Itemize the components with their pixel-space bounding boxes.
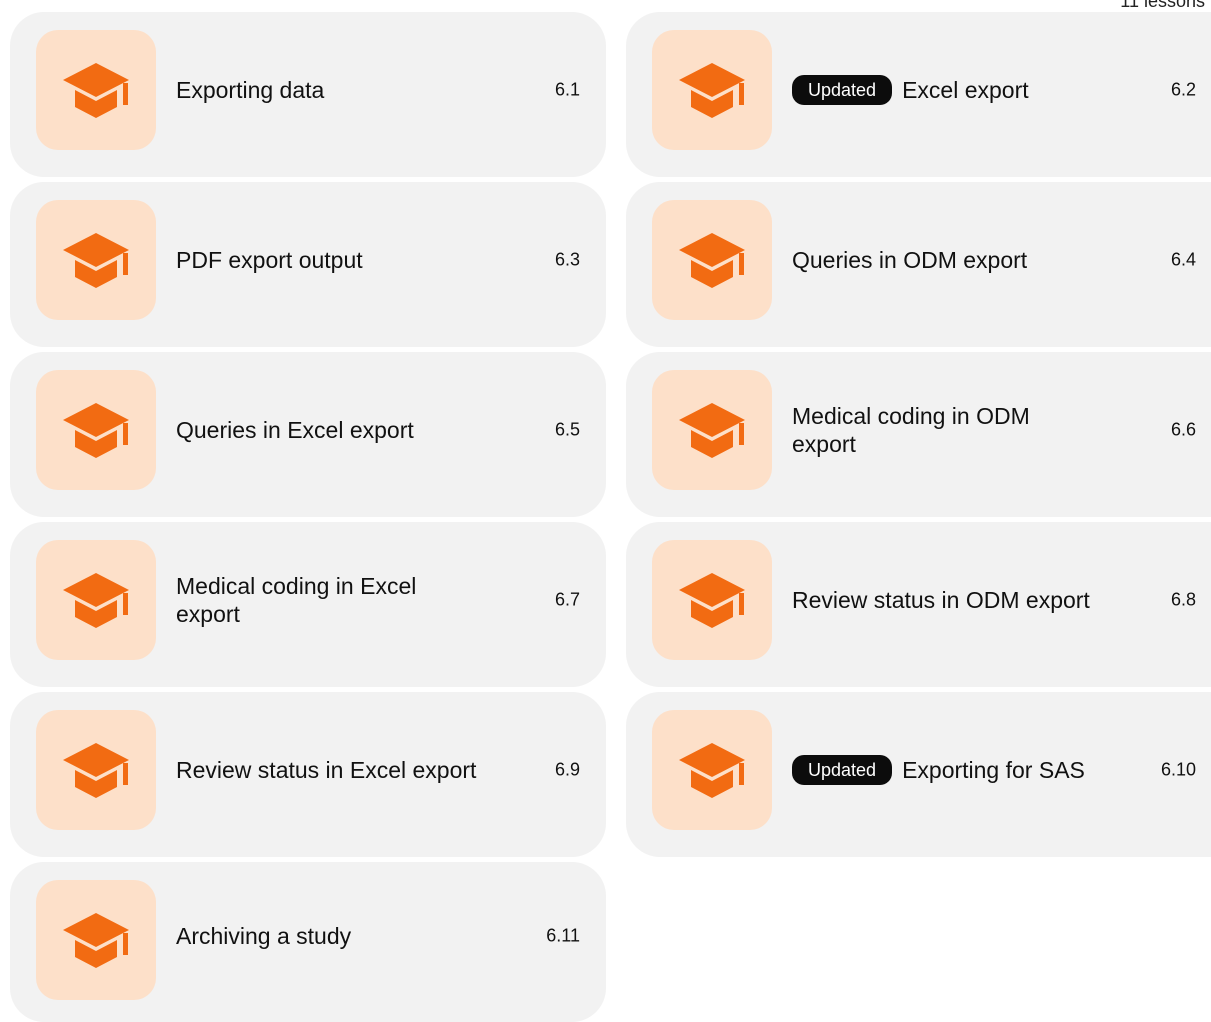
lesson-number: 6.1 xyxy=(554,79,580,100)
lesson-title: Updated Excel export xyxy=(792,75,1122,105)
lesson-card[interactable]: PDF export output 6.3 xyxy=(10,182,606,347)
lesson-icon-tile xyxy=(36,710,156,830)
graduation-cap-icon xyxy=(63,743,129,798)
lesson-icon-tile xyxy=(652,710,772,830)
lesson-title: Queries in Excel export xyxy=(176,417,414,443)
lesson-number: 6.4 xyxy=(1170,249,1196,270)
lesson-card[interactable]: Medical coding in ODM export 6.6 xyxy=(626,352,1211,517)
graduation-cap-icon xyxy=(63,573,129,628)
lesson-count: 11 lessons xyxy=(1120,0,1205,11)
lesson-icon-tile xyxy=(36,30,156,150)
lesson-number: 6.3 xyxy=(554,249,580,270)
graduation-cap-icon xyxy=(63,63,129,118)
updated-badge: Updated xyxy=(792,75,893,105)
lesson-card[interactable]: Queries in Excel export 6.5 xyxy=(10,352,606,517)
lesson-title: Queries in ODM export xyxy=(792,247,1028,273)
lesson-title: Review status in ODM export xyxy=(792,587,1090,613)
lesson-icon-tile xyxy=(652,370,772,490)
lesson-title: Archiving a study xyxy=(176,923,352,949)
lesson-number: 6.8 xyxy=(1170,589,1196,610)
graduation-cap-icon xyxy=(679,573,745,628)
lesson-card[interactable]: Medical coding in Excel export 6.7 xyxy=(10,522,606,687)
lesson-card[interactable]: Queries in ODM export 6.4 xyxy=(626,182,1211,347)
updated-badge: Updated xyxy=(792,755,893,785)
graduation-cap-icon xyxy=(679,403,745,458)
lesson-card[interactable]: Updated Exporting for SAS 6.10 xyxy=(626,692,1211,857)
graduation-cap-icon xyxy=(63,403,129,458)
graduation-cap-icon xyxy=(679,63,745,118)
graduation-cap-icon xyxy=(679,743,745,798)
lesson-number: 6.11 xyxy=(546,925,580,946)
lesson-title: Exporting data xyxy=(176,77,325,103)
lesson-title: Medical coding in Excel export xyxy=(176,573,417,627)
lesson-card[interactable]: Exporting data 6.1 xyxy=(10,12,606,177)
lesson-number: 6.7 xyxy=(554,589,580,610)
lesson-icon-tile xyxy=(652,30,772,150)
lesson-icon-tile xyxy=(652,540,772,660)
lesson-title: Review status in Excel export xyxy=(176,757,477,783)
lesson-title: Updated Exporting for SAS xyxy=(792,753,1092,787)
graduation-cap-icon xyxy=(63,233,129,288)
lesson-number: 6.6 xyxy=(1170,419,1196,440)
lesson-card[interactable]: Archiving a study 6.11 xyxy=(10,862,606,1022)
lesson-number: 6.9 xyxy=(554,759,580,780)
lesson-card[interactable]: Updated Excel export 6.2 xyxy=(626,12,1211,177)
graduation-cap-icon xyxy=(63,913,129,968)
lesson-title: PDF export output xyxy=(176,247,363,273)
lesson-title: Medical coding in ODM export xyxy=(792,403,1030,457)
lesson-number: 6.2 xyxy=(1170,79,1196,100)
lesson-card[interactable]: Review status in Excel export 6.9 xyxy=(10,692,606,857)
lesson-icon-tile xyxy=(36,880,156,1000)
lesson-number: 6.5 xyxy=(554,419,580,440)
lesson-icon-tile xyxy=(652,200,772,320)
graduation-cap-icon xyxy=(679,233,745,288)
lesson-icon-tile xyxy=(36,370,156,490)
lesson-card[interactable]: Review status in ODM export 6.8 xyxy=(626,522,1211,687)
lesson-icon-tile xyxy=(36,200,156,320)
lesson-number: 6.10 xyxy=(1160,759,1196,780)
lesson-icon-tile xyxy=(36,540,156,660)
